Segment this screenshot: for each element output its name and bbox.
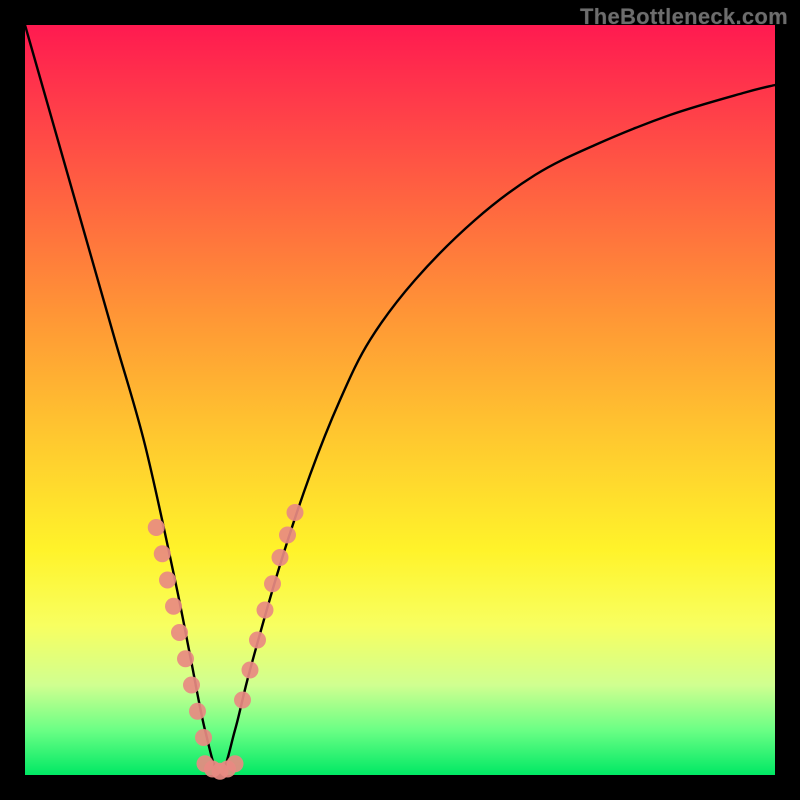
sample-dot [177, 650, 194, 667]
sample-dot [171, 624, 188, 641]
sample-dot [279, 527, 296, 544]
sample-dot [195, 729, 212, 746]
sample-dot [287, 504, 304, 521]
bottleneck-chart [25, 25, 775, 775]
sample-dot [249, 632, 266, 649]
sample-dot [159, 572, 176, 589]
sample-dots-group [148, 504, 304, 780]
bottleneck-curve-line [25, 25, 775, 775]
sample-dot [154, 545, 171, 562]
sample-dot [272, 549, 289, 566]
sample-dot [183, 677, 200, 694]
sample-dot [242, 662, 259, 679]
sample-dot [227, 755, 244, 772]
sample-dot [165, 598, 182, 615]
sample-dot [234, 692, 251, 709]
sample-dot [264, 575, 281, 592]
sample-dot [257, 602, 274, 619]
sample-dot [189, 703, 206, 720]
sample-dot [148, 519, 165, 536]
